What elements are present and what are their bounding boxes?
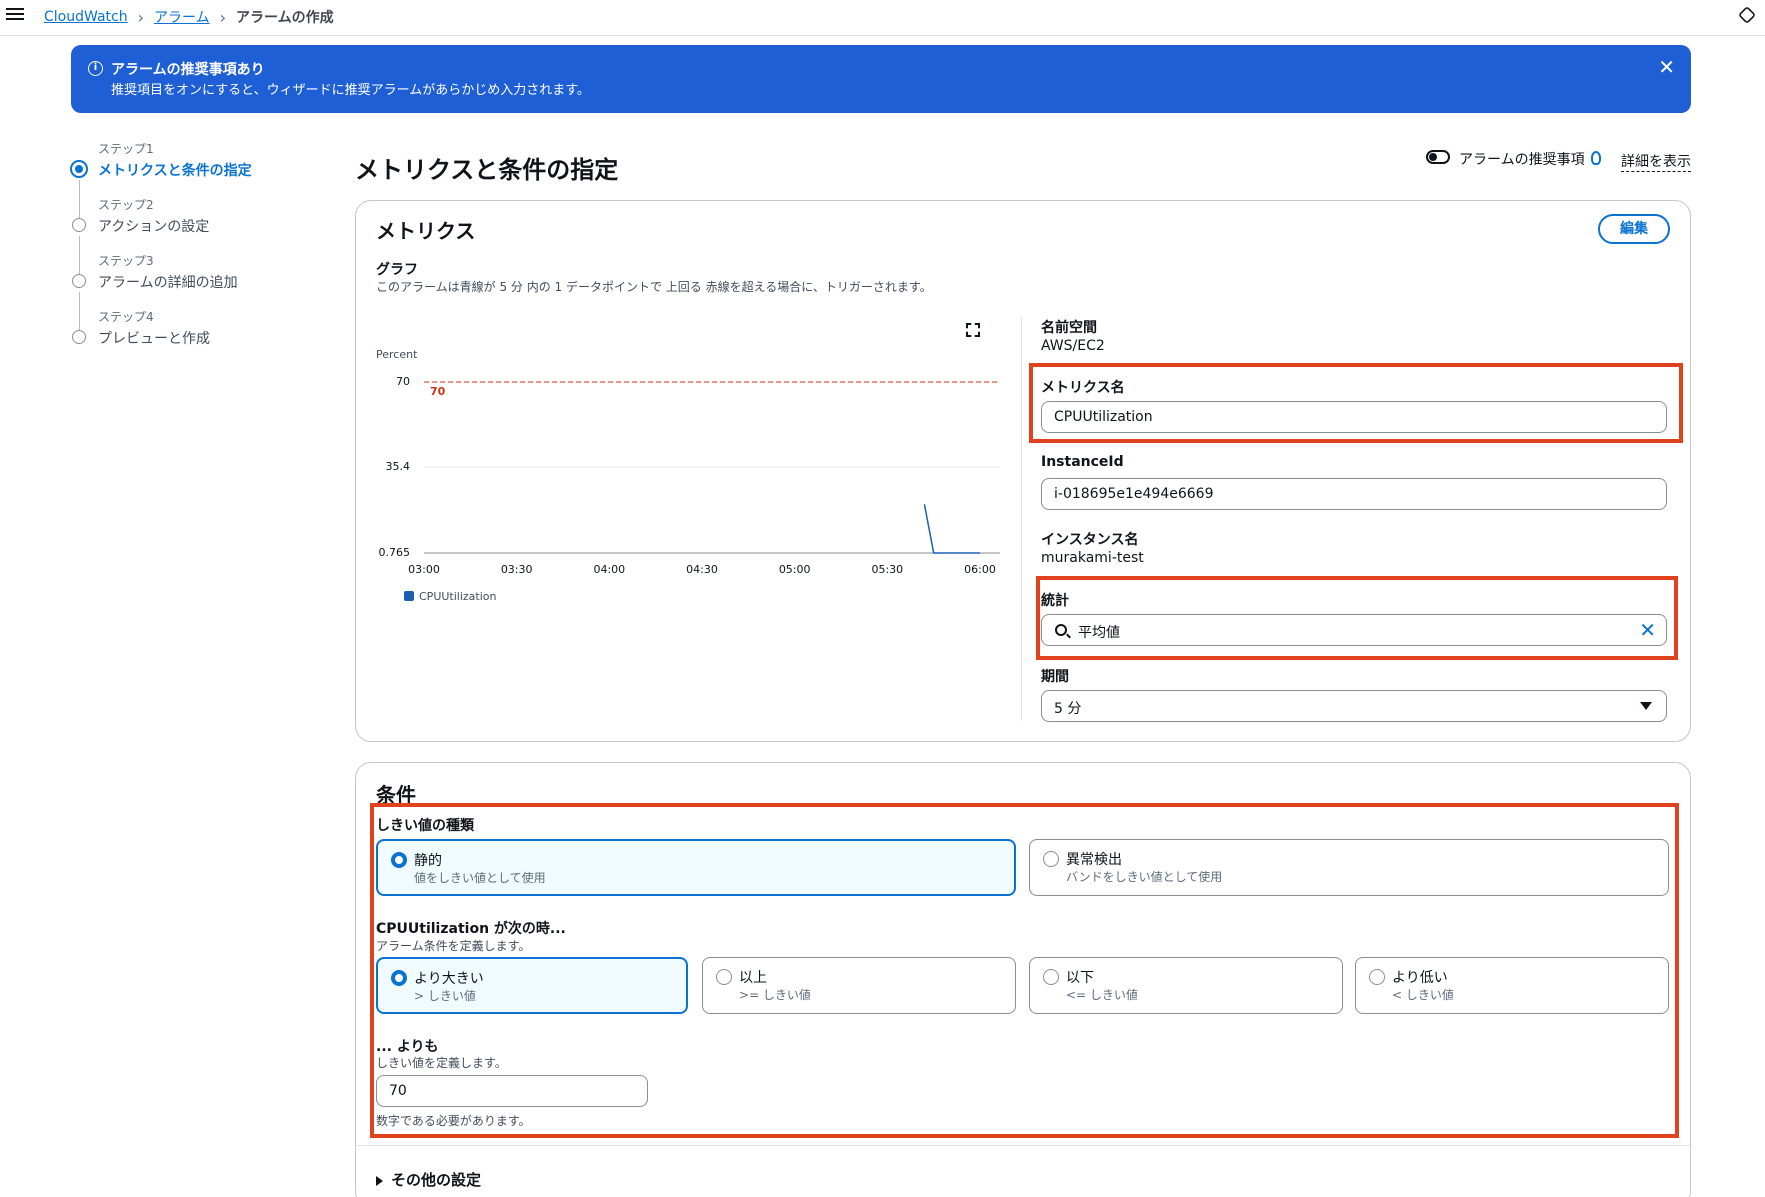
step-1[interactable]: ステップ1 メトリクスと条件の指定: [70, 140, 330, 218]
chevron-right-icon: ›: [137, 7, 144, 27]
namespace-label: 名前空間: [1041, 320, 1097, 336]
fullscreen-icon[interactable]: [966, 323, 980, 337]
instance-name-value: murakami-test: [1041, 550, 1144, 566]
y-tick-label: 35.4: [386, 460, 411, 473]
period-value: 5 分: [1054, 701, 1082, 717]
instance-id-label: InstanceId: [1041, 454, 1124, 470]
namespace-value: AWS/EC2: [1041, 338, 1105, 354]
step-number: ステップ4: [98, 310, 154, 324]
x-tick-label: 06:00: [964, 563, 996, 576]
other-settings-label: その他の設定: [391, 1171, 482, 1189]
step-3: ステップ3 アラームの詳細の追加: [70, 252, 330, 330]
close-icon[interactable]: ✕: [1658, 57, 1675, 77]
recommendation-toggle[interactable]: [1426, 150, 1450, 164]
metrics-panel: メトリクス 編集 グラフ このアラームは青線が 5 分 内の 1 データポイント…: [355, 200, 1691, 742]
cpu-chart: Percent 70 35.4 0.765 70 03:00 03:30 04:00…: [376, 348, 1000, 603]
step-indicator-icon: [70, 160, 88, 178]
legend-swatch: [404, 591, 414, 601]
chevron-right-icon: ›: [219, 7, 226, 27]
breadcrumb: CloudWatch › アラーム › アラームの作成: [44, 7, 334, 27]
menu-icon[interactable]: [6, 5, 24, 25]
wizard-steps: ステップ1 メトリクスと条件の指定 ステップ2 アクションの設定 ステップ3 ア…: [70, 140, 330, 364]
x-tick-label: 05:00: [779, 563, 811, 576]
instance-id-input[interactable]: i-018695e1e494e6669: [1041, 478, 1667, 510]
x-tick-label: 04:00: [593, 563, 625, 576]
y-tick-label: 0.765: [379, 546, 411, 559]
y-tick-label: 70: [396, 375, 410, 388]
step-label: メトリクスと条件の指定: [98, 163, 252, 179]
caret-right-icon: [376, 1175, 383, 1186]
step-label: アクションの設定: [98, 219, 210, 235]
graph-description: このアラームは青線が 5 分 内の 1 データポイントで 上回る 赤線を超える場…: [376, 280, 932, 294]
breadcrumb-alarms[interactable]: アラーム: [154, 7, 210, 27]
highlight-box: [1029, 363, 1683, 443]
x-tick-label: 03:30: [501, 563, 533, 576]
settings-icon[interactable]: [1737, 5, 1757, 25]
edit-button[interactable]: 編集: [1598, 214, 1670, 244]
step-number: ステップ2: [98, 198, 154, 212]
x-tick-label: 05:30: [871, 563, 903, 576]
top-bar: CloudWatch › アラーム › アラームの作成: [0, 0, 1765, 36]
step-indicator-icon: [72, 330, 86, 344]
recommendation-label: アラームの推奨事項: [1459, 152, 1585, 168]
info-banner: i アラームの推奨事項あり 推奨項目をオンにすると、ウィザードに推奨アラームがあ…: [71, 45, 1691, 113]
series-line-cpu: [923, 504, 980, 554]
divider: [1021, 317, 1022, 721]
threshold-label: 70: [430, 385, 446, 398]
step-number: ステップ3: [98, 254, 154, 268]
step-number: ステップ1: [98, 142, 154, 156]
step-2: ステップ2 アクションの設定: [70, 196, 330, 274]
banner-text: 推奨項目をオンにすると、ウィザードに推奨アラームがあらかじめ入力されます。: [111, 83, 590, 98]
x-ticks: 03:00 03:30 04:00 04:30 05:00 05:30 06:00: [408, 563, 996, 576]
highlight-box: [1036, 576, 1678, 660]
step-label: プレビューと作成: [98, 331, 210, 347]
step-indicator-icon: [72, 274, 86, 288]
metrics-title: メトリクス: [376, 219, 476, 243]
instance-name-label: インスタンス名: [1041, 532, 1139, 548]
caret-down-icon: [1640, 702, 1652, 710]
breadcrumb-current: アラームの作成: [235, 10, 334, 26]
step-4: ステップ4 プレビューと作成: [70, 308, 330, 364]
breadcrumb-cloudwatch[interactable]: CloudWatch: [44, 9, 128, 25]
legend-label: CPUUtilization: [419, 590, 497, 603]
divider: [356, 1145, 1690, 1146]
step-indicator-icon: [72, 218, 86, 232]
period-label: 期間: [1041, 669, 1069, 685]
period-select[interactable]: 5 分: [1041, 690, 1667, 722]
x-tick-label: 04:30: [686, 563, 718, 576]
info-icon: i: [88, 61, 103, 76]
banner-title: アラームの推奨事項あり: [111, 62, 265, 78]
highlight-box: [370, 803, 1679, 1138]
show-details-link[interactable]: 詳細を表示: [1621, 151, 1691, 172]
y-axis-label: Percent: [376, 348, 418, 361]
x-tick-label: 03:00: [408, 563, 440, 576]
page-title: メトリクスと条件の指定: [355, 156, 619, 184]
step-label: アラームの詳細の追加: [98, 275, 238, 291]
lightbulb-icon: [1591, 151, 1601, 165]
graph-label: グラフ: [376, 262, 418, 278]
other-settings-expander[interactable]: その他の設定: [376, 1169, 481, 1190]
